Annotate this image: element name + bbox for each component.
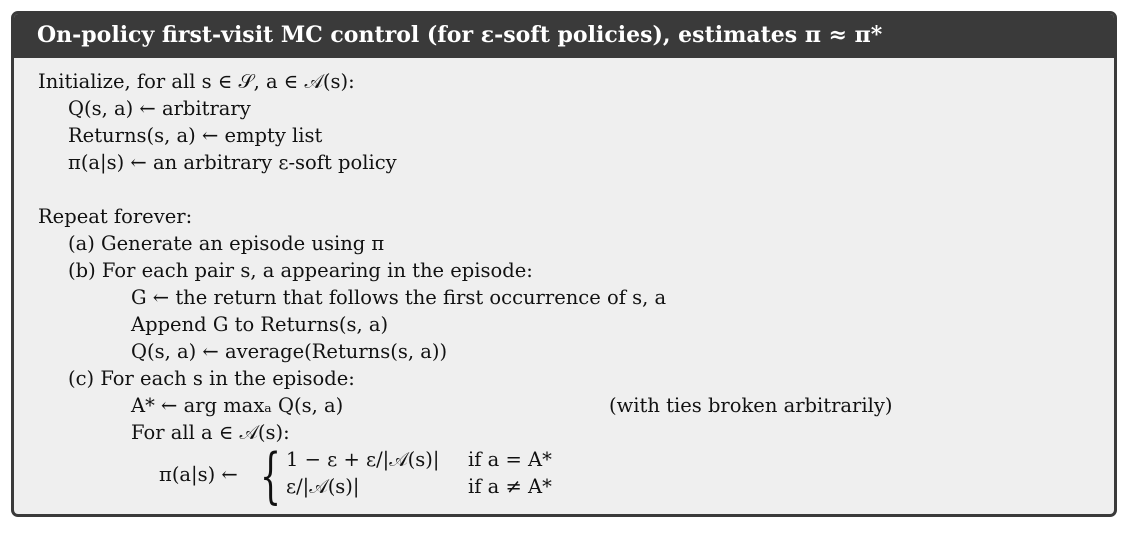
- case2-condition: if a ≠ A*: [468, 475, 552, 498]
- line-repeat: Repeat forever:: [38, 205, 193, 228]
- algorithm-box: On-policy first-visit MC control (for ε-…: [11, 11, 1117, 517]
- line-init-returns: Returns(s, a) ← empty list: [68, 124, 323, 147]
- line-step-a: (a) Generate an episode using π: [68, 232, 385, 255]
- case1-condition: if a = A*: [468, 448, 552, 471]
- line-update-q: Q(s, a) ← average(Returns(s, a)): [131, 340, 448, 363]
- line-initialize: Initialize, for all s ∈ 𝒮, a ∈ 𝒜(s):: [38, 70, 355, 93]
- algorithm-body: Initialize, for all s ∈ 𝒮, a ∈ 𝒜(s): Q(s…: [14, 58, 1114, 514]
- policy-update-lhs: π(a|s) ←: [159, 463, 238, 486]
- algorithm-title: On-policy first-visit MC control (for ε-…: [14, 14, 1114, 58]
- line-init-q: Q(s, a) ← arbitrary: [68, 97, 251, 120]
- line-step-c: (c) For each s in the episode:: [68, 367, 355, 390]
- line-step-b: (b) For each pair s, a appearing in the …: [68, 259, 533, 282]
- cases-brace: {: [260, 441, 282, 511]
- line-compute-return: G ← the return that follows the first oc…: [131, 286, 667, 309]
- case2-value: ε/|𝒜(s)|: [286, 475, 360, 498]
- line-init-policy: π(a|s) ← an arbitrary ε-soft policy: [68, 151, 397, 174]
- argmax-note: (with ties broken arbitrarily): [609, 394, 893, 417]
- line-append-return: Append G to Returns(s, a): [131, 313, 389, 336]
- line-argmax: A* ← arg maxₐ Q(s, a): [131, 394, 344, 417]
- case1-value: 1 − ε + ε/|𝒜(s)|: [286, 448, 440, 471]
